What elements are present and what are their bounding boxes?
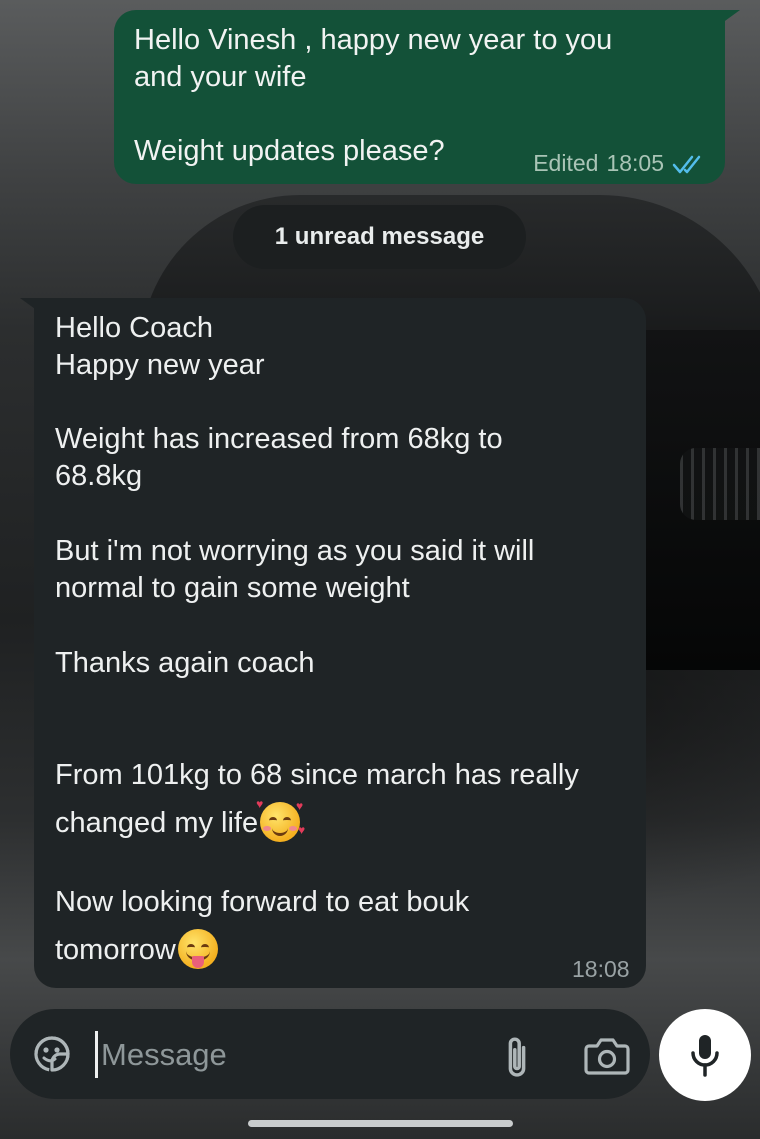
outgoing-message-text: Hello Vinesh , happy new year to you and…	[134, 24, 613, 167]
incoming-line-with-emoji: tomorrow	[55, 929, 218, 969]
wallpaper-car-grille	[680, 448, 760, 520]
incoming-line: Happy new year	[55, 349, 265, 381]
outgoing-message-meta: Edited 18:05	[533, 150, 708, 177]
incoming-line: But i'm not worrying as you said it will	[55, 535, 535, 567]
voice-record-button[interactable]	[659, 1009, 751, 1101]
home-indicator[interactable]	[248, 1120, 513, 1127]
incoming-line-text: tomorrow	[55, 934, 176, 966]
incoming-line: normal to gain some weight	[55, 572, 410, 604]
sticker-icon[interactable]	[30, 1032, 74, 1076]
unread-messages-banner: 1 unread message	[233, 205, 526, 269]
incoming-message-time: 18:08	[572, 956, 630, 982]
unread-messages-label: 1 unread message	[274, 223, 485, 250]
text-cursor	[95, 1031, 98, 1078]
edited-label: Edited	[533, 150, 599, 176]
incoming-line: Now looking forward to eat bouk	[55, 886, 470, 918]
incoming-bubble-tail	[20, 298, 42, 314]
face-with-tongue-icon	[177, 929, 218, 969]
incoming-line: 68.8kg	[55, 460, 143, 492]
incoming-line: Hello Coach	[55, 312, 213, 344]
outgoing-message-time: 18:05	[606, 150, 664, 176]
incoming-line: Weight has increased from 68kg to	[55, 423, 503, 455]
mic-icon	[691, 1035, 719, 1077]
camera-icon[interactable]	[583, 1034, 631, 1076]
smiling-face-with-hearts-icon: ♥ ♥ ♥	[256, 798, 305, 842]
incoming-line-text: changed my life	[55, 807, 259, 839]
incoming-line-with-emoji: changed my life ♥ ♥ ♥	[55, 798, 305, 842]
message-input[interactable]	[101, 1030, 481, 1080]
outgoing-bubble-tail	[718, 10, 740, 26]
double-check-icon	[672, 155, 701, 173]
attach-icon[interactable]	[494, 1032, 536, 1078]
incoming-line: From 101kg to 68 since march has really	[55, 759, 579, 791]
incoming-line: Thanks again coach	[55, 647, 315, 679]
